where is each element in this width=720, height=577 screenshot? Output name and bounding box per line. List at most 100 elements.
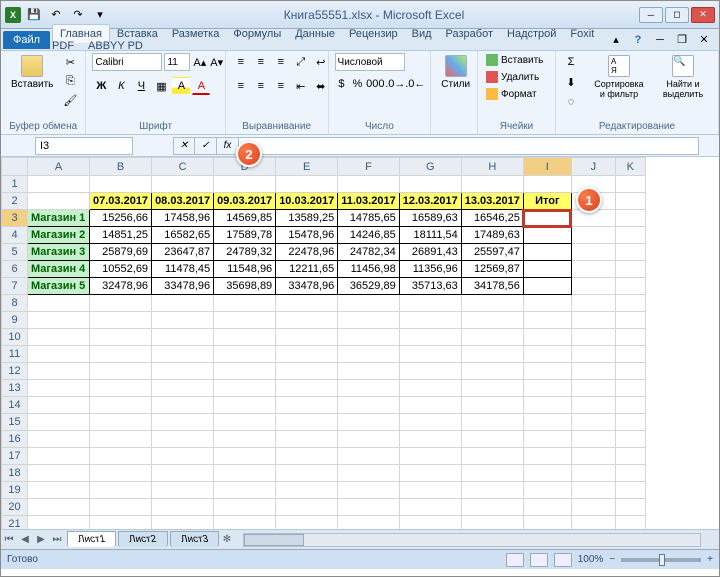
cell-J9[interactable] (571, 312, 615, 329)
cell-D12[interactable] (214, 363, 276, 380)
cell-G18[interactable] (399, 465, 461, 482)
cancel-formula-icon[interactable]: ✕ (173, 137, 195, 155)
cell-K3[interactable] (615, 210, 645, 227)
cell-I10[interactable] (523, 329, 571, 346)
row-header-3[interactable]: 3 (2, 210, 28, 227)
cell-E11[interactable] (276, 346, 338, 363)
cell-B19[interactable] (90, 482, 152, 499)
align-bottom-icon[interactable]: ≡ (272, 53, 290, 71)
column-header-H[interactable]: H (461, 158, 523, 176)
autosum-icon[interactable]: Σ (562, 53, 580, 71)
bold-button[interactable]: Ж (92, 77, 110, 95)
row-header-15[interactable]: 15 (2, 414, 28, 431)
file-tab[interactable]: Файл (3, 31, 50, 49)
cell-D18[interactable] (214, 465, 276, 482)
ribbon-tab-данные[interactable]: Данные (288, 25, 342, 43)
cell-F17[interactable] (338, 448, 399, 465)
cell-G20[interactable] (399, 499, 461, 516)
row-header-18[interactable]: 18 (2, 465, 28, 482)
cell-K13[interactable] (615, 380, 645, 397)
cell-I2[interactable]: Итог (523, 193, 571, 210)
cell-C10[interactable] (152, 329, 214, 346)
decrease-decimal-icon[interactable]: .0← (406, 75, 424, 93)
cell-E8[interactable] (276, 295, 338, 312)
cell-A7[interactable]: Магазин 5 (28, 278, 90, 295)
enter-formula-icon[interactable]: ✓ (195, 137, 217, 155)
cell-A14[interactable] (28, 397, 90, 414)
cell-K10[interactable] (615, 329, 645, 346)
cell-F3[interactable]: 14785,65 (338, 210, 399, 227)
cell-A17[interactable] (28, 448, 90, 465)
cell-I13[interactable] (523, 380, 571, 397)
cell-F10[interactable] (338, 329, 399, 346)
cell-J15[interactable] (571, 414, 615, 431)
align-middle-icon[interactable]: ≡ (252, 53, 270, 71)
cell-D21[interactable] (214, 516, 276, 530)
cell-E15[interactable] (276, 414, 338, 431)
currency-icon[interactable]: $ (335, 75, 349, 93)
cell-E2[interactable]: 10.03.2017 (276, 193, 338, 210)
cell-F12[interactable] (338, 363, 399, 380)
cell-J7[interactable] (571, 278, 615, 295)
cell-I1[interactable] (523, 176, 571, 193)
cell-I15[interactable] (523, 414, 571, 431)
cell-J16[interactable] (571, 431, 615, 448)
row-header-2[interactable]: 2 (2, 193, 28, 210)
cell-F11[interactable] (338, 346, 399, 363)
align-top-icon[interactable]: ≡ (232, 53, 250, 71)
cell-G4[interactable]: 18111,54 (399, 227, 461, 244)
cell-E17[interactable] (276, 448, 338, 465)
styles-button[interactable]: Стили (437, 53, 474, 92)
cell-C21[interactable] (152, 516, 214, 530)
cell-J10[interactable] (571, 329, 615, 346)
formula-input[interactable] (239, 137, 699, 155)
cell-J5[interactable] (571, 244, 615, 261)
fill-icon[interactable]: ⬇ (562, 73, 580, 91)
ribbon-tab-рецензир[interactable]: Рецензир (342, 25, 405, 43)
cell-E20[interactable] (276, 499, 338, 516)
cell-F14[interactable] (338, 397, 399, 414)
cell-A15[interactable] (28, 414, 90, 431)
column-header-A[interactable]: A (28, 158, 90, 176)
cell-I5[interactable] (523, 244, 571, 261)
cell-I8[interactable] (523, 295, 571, 312)
redo-icon[interactable]: ↷ (69, 6, 87, 24)
grow-font-icon[interactable]: A▴ (192, 53, 207, 71)
cell-K5[interactable] (615, 244, 645, 261)
cell-F4[interactable]: 14246,85 (338, 227, 399, 244)
cell-A2[interactable] (28, 193, 90, 210)
workbook-restore-icon[interactable]: ❐ (673, 31, 691, 49)
cell-G21[interactable] (399, 516, 461, 530)
cell-B1[interactable] (90, 176, 152, 193)
indent-dec-icon[interactable]: ⇤ (292, 77, 310, 95)
cell-D8[interactable] (214, 295, 276, 312)
cell-K4[interactable] (615, 227, 645, 244)
worksheet-grid[interactable]: ABCDEFGHIJK1207.03.201708.03.201709.03.2… (1, 157, 719, 529)
cell-H17[interactable] (461, 448, 523, 465)
cell-B14[interactable] (90, 397, 152, 414)
cell-D11[interactable] (214, 346, 276, 363)
cell-H21[interactable] (461, 516, 523, 530)
cell-J17[interactable] (571, 448, 615, 465)
cell-C6[interactable]: 11478,45 (152, 261, 214, 278)
cell-D6[interactable]: 11548,96 (214, 261, 276, 278)
cell-H14[interactable] (461, 397, 523, 414)
sheet-tab-Лист1[interactable]: Лист1 (67, 531, 116, 547)
cell-D10[interactable] (214, 329, 276, 346)
cell-J11[interactable] (571, 346, 615, 363)
workbook-close-icon[interactable]: ✕ (695, 31, 713, 49)
cell-H9[interactable] (461, 312, 523, 329)
cell-J12[interactable] (571, 363, 615, 380)
cell-H13[interactable] (461, 380, 523, 397)
cell-H10[interactable] (461, 329, 523, 346)
ribbon-tab-надстрой[interactable]: Надстрой (500, 25, 563, 43)
cell-K17[interactable] (615, 448, 645, 465)
cell-C14[interactable] (152, 397, 214, 414)
cell-K9[interactable] (615, 312, 645, 329)
cell-G9[interactable] (399, 312, 461, 329)
row-header-20[interactable]: 20 (2, 499, 28, 516)
row-header-14[interactable]: 14 (2, 397, 28, 414)
zoom-in-icon[interactable]: + (707, 554, 713, 565)
align-left-icon[interactable]: ≡ (232, 77, 250, 95)
ribbon-tab-вид[interactable]: Вид (405, 25, 439, 43)
